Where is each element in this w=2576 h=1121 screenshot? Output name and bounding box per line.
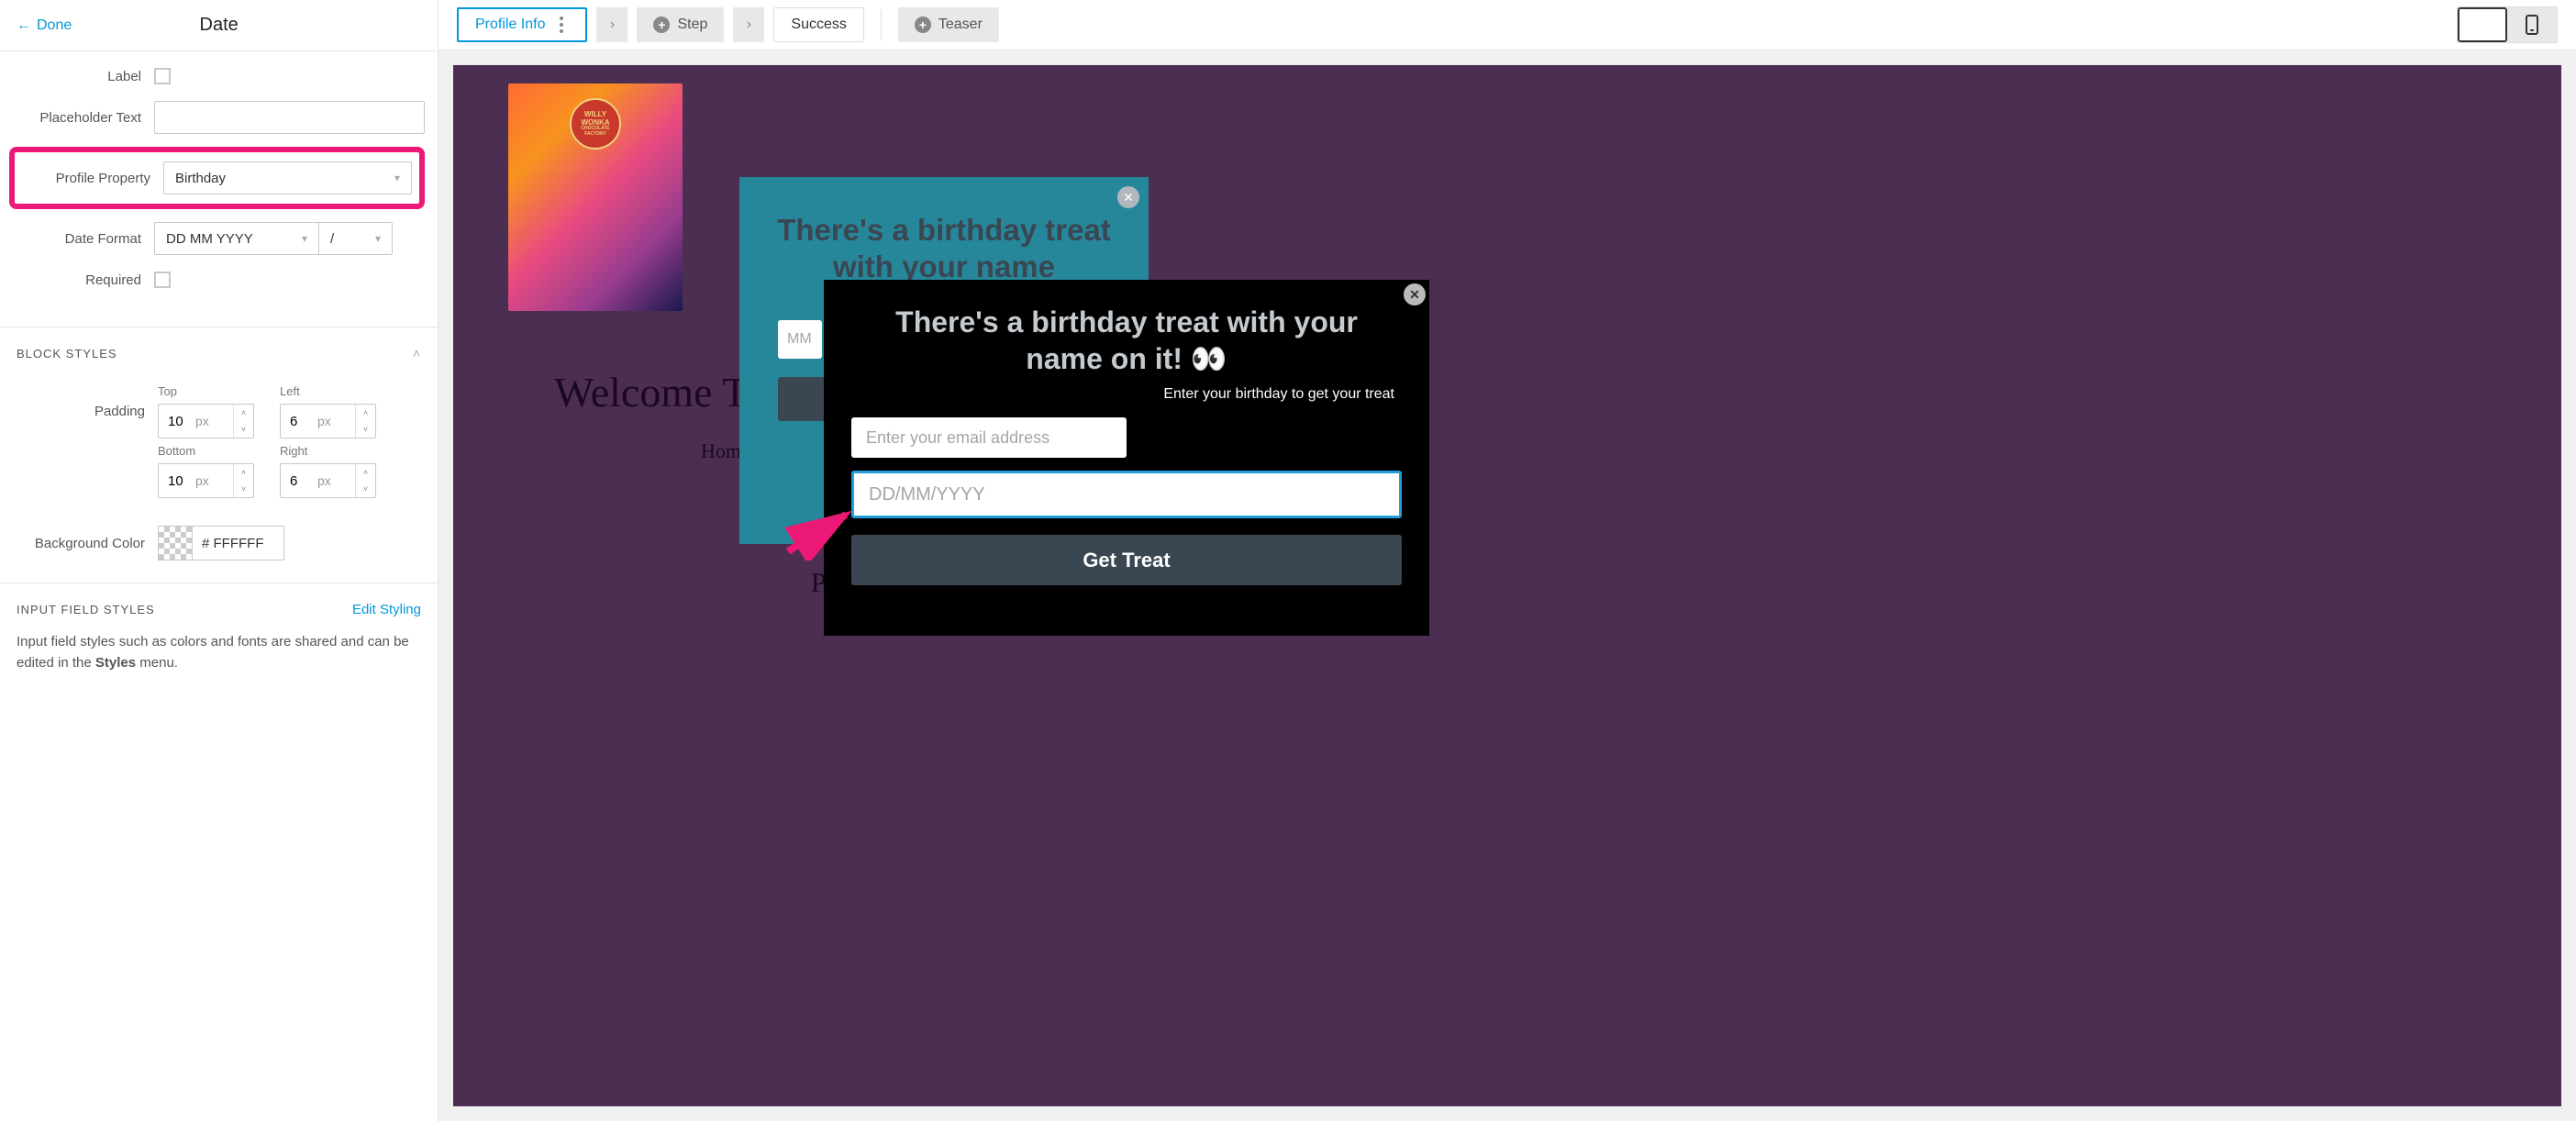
step-label: Success	[791, 17, 846, 33]
preview-site: WILLY WONKA CHOCOLATE FACTORY Welcome To…	[453, 65, 2561, 1106]
stepper-down-icon[interactable]: ˅	[356, 421, 375, 438]
padding-bottom-label: Bottom	[158, 444, 254, 458]
plus-circle-icon: +	[915, 17, 931, 33]
profile-property-select[interactable]: Birthday ▾	[163, 161, 412, 194]
step-teaser[interactable]: + Teaser	[898, 7, 999, 42]
input-field-styles-description: Input field styles such as colors and fo…	[17, 632, 421, 673]
birthday-date-input[interactable]	[851, 471, 1402, 518]
padding-top-value[interactable]	[159, 414, 195, 429]
step-divider-chevron: ›	[733, 7, 764, 42]
step-label: Step	[677, 17, 707, 33]
edit-styling-link[interactable]: Edit Styling	[352, 602, 421, 617]
step-success[interactable]: Success	[773, 7, 863, 42]
unit-label: px	[317, 414, 355, 428]
chevron-down-icon: ▾	[302, 232, 307, 245]
profile-property-value: Birthday	[175, 171, 226, 186]
color-swatch[interactable]	[158, 526, 193, 560]
profile-property-label: Profile Property	[22, 171, 150, 186]
date-format-select[interactable]: DD MM YYYY ▾	[154, 222, 319, 255]
step-add-step[interactable]: + Step	[637, 7, 724, 42]
popup-button-partial[interactable]	[778, 377, 829, 421]
stepper-up-icon[interactable]: ˄	[234, 464, 253, 481]
padding-bottom-input[interactable]: px ˄˅	[158, 463, 254, 498]
padding-left-input[interactable]: px ˄˅	[280, 404, 376, 438]
stepper-down-icon[interactable]: ˅	[356, 481, 375, 497]
popup-subhead: Enter your birthday to get your treat	[824, 383, 1429, 412]
device-desktop[interactable]	[2458, 7, 2507, 42]
stepper-up-icon[interactable]: ˄	[356, 405, 375, 421]
step-profile-info[interactable]: Profile Info	[457, 7, 587, 42]
step-divider-chevron: ›	[596, 7, 627, 42]
required-checkbox[interactable]	[154, 272, 171, 288]
popup-heading: There's a birthday treat with your name	[739, 177, 1149, 284]
step-bar: Profile Info › + Step › Success + Teaser	[439, 0, 2576, 50]
mobile-icon	[2526, 15, 2538, 35]
divider	[881, 9, 882, 40]
chevron-down-icon: ▾	[375, 232, 381, 245]
close-icon[interactable]: ✕	[1404, 283, 1426, 305]
profile-property-highlight: Profile Property Birthday ▾	[9, 147, 425, 209]
stepper-down-icon[interactable]: ˅	[234, 421, 253, 438]
popup-field-partial[interactable]: MM	[778, 320, 822, 359]
padding-left-label: Left	[280, 384, 376, 398]
chevron-down-icon: ▾	[394, 172, 400, 184]
date-format-label: Date Format	[13, 231, 141, 247]
email-input[interactable]	[851, 417, 1127, 458]
background-color-label: Background Color	[17, 536, 145, 551]
step-label: Teaser	[938, 17, 983, 33]
stepper-up-icon[interactable]: ˄	[234, 405, 253, 421]
padding-bottom-value[interactable]	[159, 473, 195, 489]
block-styles-title: BLOCK STYLES	[17, 347, 117, 361]
site-heading: Welcome To	[554, 368, 766, 416]
padding-top-label: Top	[158, 384, 254, 398]
panel-title: Date	[17, 15, 421, 36]
site-logo-poster: WILLY WONKA CHOCOLATE FACTORY	[508, 83, 683, 311]
device-mobile[interactable]	[2507, 7, 2557, 42]
required-label: Required	[13, 272, 141, 288]
padding-right-input[interactable]: px ˄˅	[280, 463, 376, 498]
poster-badge: WILLY WONKA CHOCOLATE FACTORY	[570, 98, 621, 150]
placeholder-input[interactable]	[154, 101, 425, 134]
label-checkbox[interactable]	[154, 68, 171, 84]
block-styles-toggle[interactable]: BLOCK STYLES ˄	[0, 327, 438, 379]
stepper-up-icon[interactable]: ˄	[356, 464, 375, 481]
get-treat-button[interactable]: Get Treat	[851, 535, 1402, 585]
plus-circle-icon: +	[653, 17, 670, 33]
popup-black: ✕ There's a birthday treat with your nam…	[824, 280, 1429, 636]
settings-sidebar: ← Done Date Label Placeholder Text Profi…	[0, 0, 439, 1121]
date-separator-value: /	[330, 231, 334, 247]
sidebar-header: ← Done Date	[0, 0, 438, 51]
step-label: Profile Info	[475, 17, 545, 33]
padding-top-input[interactable]: px ˄˅	[158, 404, 254, 438]
input-field-styles-title: INPUT FIELD STYLES	[17, 603, 155, 616]
color-value-input[interactable]: # FFFFFF	[193, 526, 284, 560]
placeholder-label: Placeholder Text	[13, 110, 141, 126]
chevron-up-icon: ˄	[413, 346, 421, 361]
close-icon[interactable]: ✕	[1117, 186, 1139, 208]
unit-label: px	[195, 473, 233, 488]
padding-right-label: Right	[280, 444, 376, 458]
kebab-icon[interactable]	[554, 17, 569, 33]
padding-left-value[interactable]	[281, 414, 317, 429]
date-format-value: DD MM YYYY	[166, 231, 253, 247]
stepper-down-icon[interactable]: ˅	[234, 481, 253, 497]
date-separator-select[interactable]: / ▾	[319, 222, 393, 255]
desktop-icon	[2458, 7, 2507, 42]
popup-heading: There's a birthday treat with your name …	[824, 280, 1429, 383]
unit-label: px	[195, 414, 233, 428]
unit-label: px	[317, 473, 355, 488]
label-field-label: Label	[13, 69, 141, 84]
padding-right-value[interactable]	[281, 473, 317, 489]
padding-label: Padding	[17, 404, 145, 419]
